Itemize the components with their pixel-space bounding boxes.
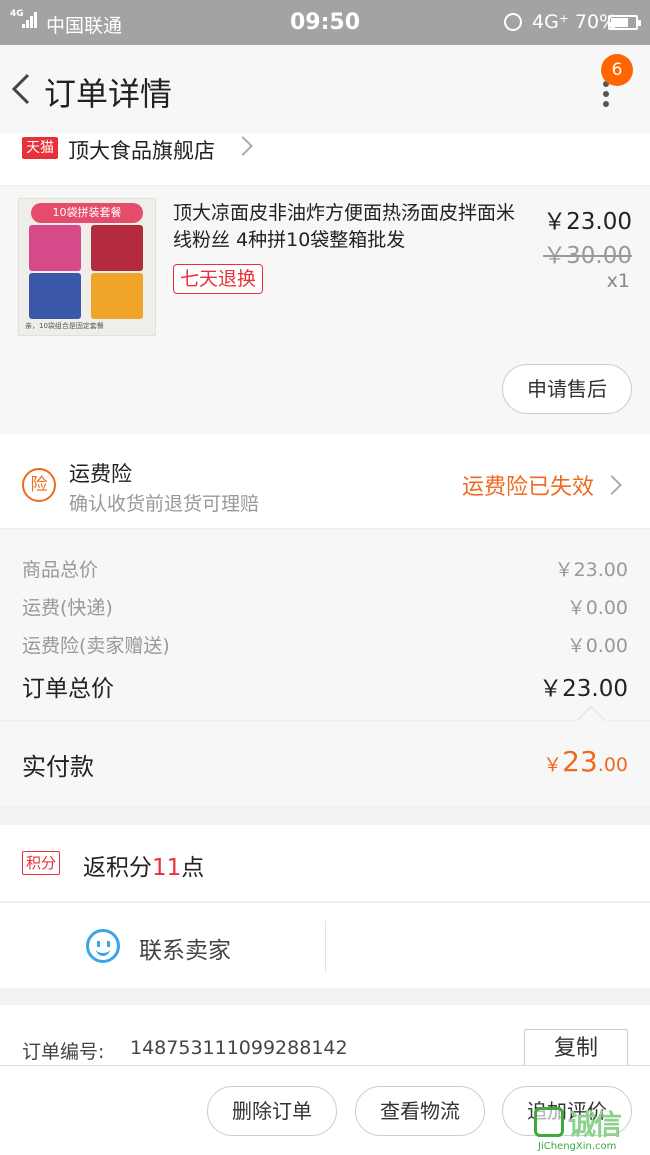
watermark-logo-icon xyxy=(534,1107,564,1137)
battery-fill xyxy=(611,18,628,27)
cost-value: ￥23.00 xyxy=(554,559,628,581)
insurance-status: 运费险已失效 xyxy=(462,475,595,500)
back-icon[interactable] xyxy=(8,69,38,109)
order-number-value: 148753111099288142 xyxy=(130,1037,348,1059)
cost-row: 运费险(卖家赠送) ￥0.00 xyxy=(22,631,628,658)
insurance-subtitle: 确认收货前退货可理赔 xyxy=(69,493,260,515)
copy-button[interactable]: 复制 xyxy=(524,1029,628,1069)
tmall-badge: 天猫 xyxy=(22,137,58,159)
order-number-row: 订单编号: 148753111099288142 复制 xyxy=(0,1005,650,1069)
cost-label: 商品总价 xyxy=(22,559,99,581)
amount-decimal: .00 xyxy=(597,754,628,776)
cost-label: 运费险(卖家赠送) xyxy=(22,635,170,657)
page-title: 订单详情 xyxy=(44,75,173,113)
return-policy-tag: 七天退换 xyxy=(173,264,264,294)
contact-row: 联系卖家 xyxy=(0,902,650,988)
store-name: 顶大食品旗舰店 xyxy=(68,139,215,163)
smiley-chat-icon xyxy=(86,929,120,963)
package-pink xyxy=(29,225,81,271)
points-suffix: 点 xyxy=(181,855,205,881)
order-total-label: 订单总价 xyxy=(22,676,114,702)
store-header[interactable]: 天猫 顶大食品旗舰店 xyxy=(0,133,650,185)
cost-breakdown: 商品总价 ￥23.00 运费(快递) ￥0.00 运费险(卖家赠送) ￥0.00… xyxy=(0,528,650,720)
package-blue xyxy=(29,273,81,319)
points-tag: 积分 xyxy=(22,851,61,875)
insurance-icon: 险 xyxy=(22,468,56,502)
points-number: 11 xyxy=(152,855,182,881)
product-quantity: x1 xyxy=(606,270,630,292)
shipping-insurance-row[interactable]: 险 运费险 确认收货前退货可理赔 运费险已失效 xyxy=(0,434,650,528)
amount-paid-label: 实付款 xyxy=(22,753,94,781)
insurance-title: 运费险 xyxy=(69,462,132,486)
points-prefix: 返积分 xyxy=(83,855,152,881)
delete-order-button[interactable]: 删除订单 xyxy=(207,1086,337,1136)
product-item: 10袋拼装套餐 亲，10袋组合是固定套餐 顶大凉面皮非油炸方便面热汤面皮拌面米线… xyxy=(0,186,650,434)
view-logistics-button[interactable]: 查看物流 xyxy=(355,1086,485,1136)
watermark: 诚信 JiChengXin.com xyxy=(534,1103,650,1155)
nav-bar: 订单详情 6 xyxy=(0,45,650,133)
contact-seller-label: 联系卖家 xyxy=(139,938,231,964)
chevron-right-icon xyxy=(602,475,622,495)
currency-symbol: ￥ xyxy=(543,754,563,776)
network-status: 4G⁺ 70% xyxy=(532,11,618,33)
contact-seller-button[interactable]: 联系卖家 xyxy=(0,903,325,989)
alarm-icon xyxy=(504,13,522,31)
order-total-row: 订单总价 ￥23.00 xyxy=(22,669,628,703)
product-name[interactable]: 顶大凉面皮非油炸方便面热汤面皮拌面米线粉丝 4种拼10袋整箱批发 xyxy=(173,200,528,254)
notification-badge: 6 xyxy=(601,54,633,86)
cost-label: 运费(快递) xyxy=(22,597,113,619)
cost-value: ￥0.00 xyxy=(566,635,628,657)
package-red xyxy=(91,225,143,271)
after-sale-button[interactable]: 申请售后 xyxy=(502,364,632,414)
battery-icon xyxy=(608,15,641,30)
package-yellow xyxy=(91,273,143,319)
points-row: 积分 返积分11点 xyxy=(0,825,650,901)
cost-row: 商品总价 ￥23.00 xyxy=(22,555,628,582)
watermark-url: JiChengXin.com xyxy=(538,1141,617,1152)
status-bar: 4G 中国联通 09:50 4G⁺ 70% xyxy=(0,0,650,45)
watermark-text: 诚信 xyxy=(568,1108,622,1141)
amount-integer: 23 xyxy=(562,745,598,778)
chevron-right-icon xyxy=(233,136,253,156)
order-total-value: ￥23.00 xyxy=(539,676,628,702)
divider xyxy=(325,921,326,973)
product-image-banner: 10袋拼装套餐 xyxy=(31,203,143,223)
cost-value: ￥0.00 xyxy=(566,597,628,619)
order-number-label: 订单编号: xyxy=(22,1041,105,1063)
cost-row: 运费(快递) ￥0.00 xyxy=(22,593,628,620)
amount-paid-value: ￥23.00 xyxy=(543,745,628,778)
product-price: ￥23.00 xyxy=(543,209,632,235)
points-text: 返积分11点 xyxy=(83,848,204,882)
network-type-right: 4G xyxy=(532,11,559,33)
product-image[interactable]: 10袋拼装套餐 亲，10袋组合是固定套餐 xyxy=(18,198,156,336)
more-vertical-icon[interactable] xyxy=(594,81,618,121)
amount-paid-row: 实付款 ￥23.00 xyxy=(0,705,650,806)
original-price: ￥30.00 xyxy=(543,243,632,269)
product-image-note: 亲，10袋组合是固定套餐 xyxy=(25,322,104,330)
